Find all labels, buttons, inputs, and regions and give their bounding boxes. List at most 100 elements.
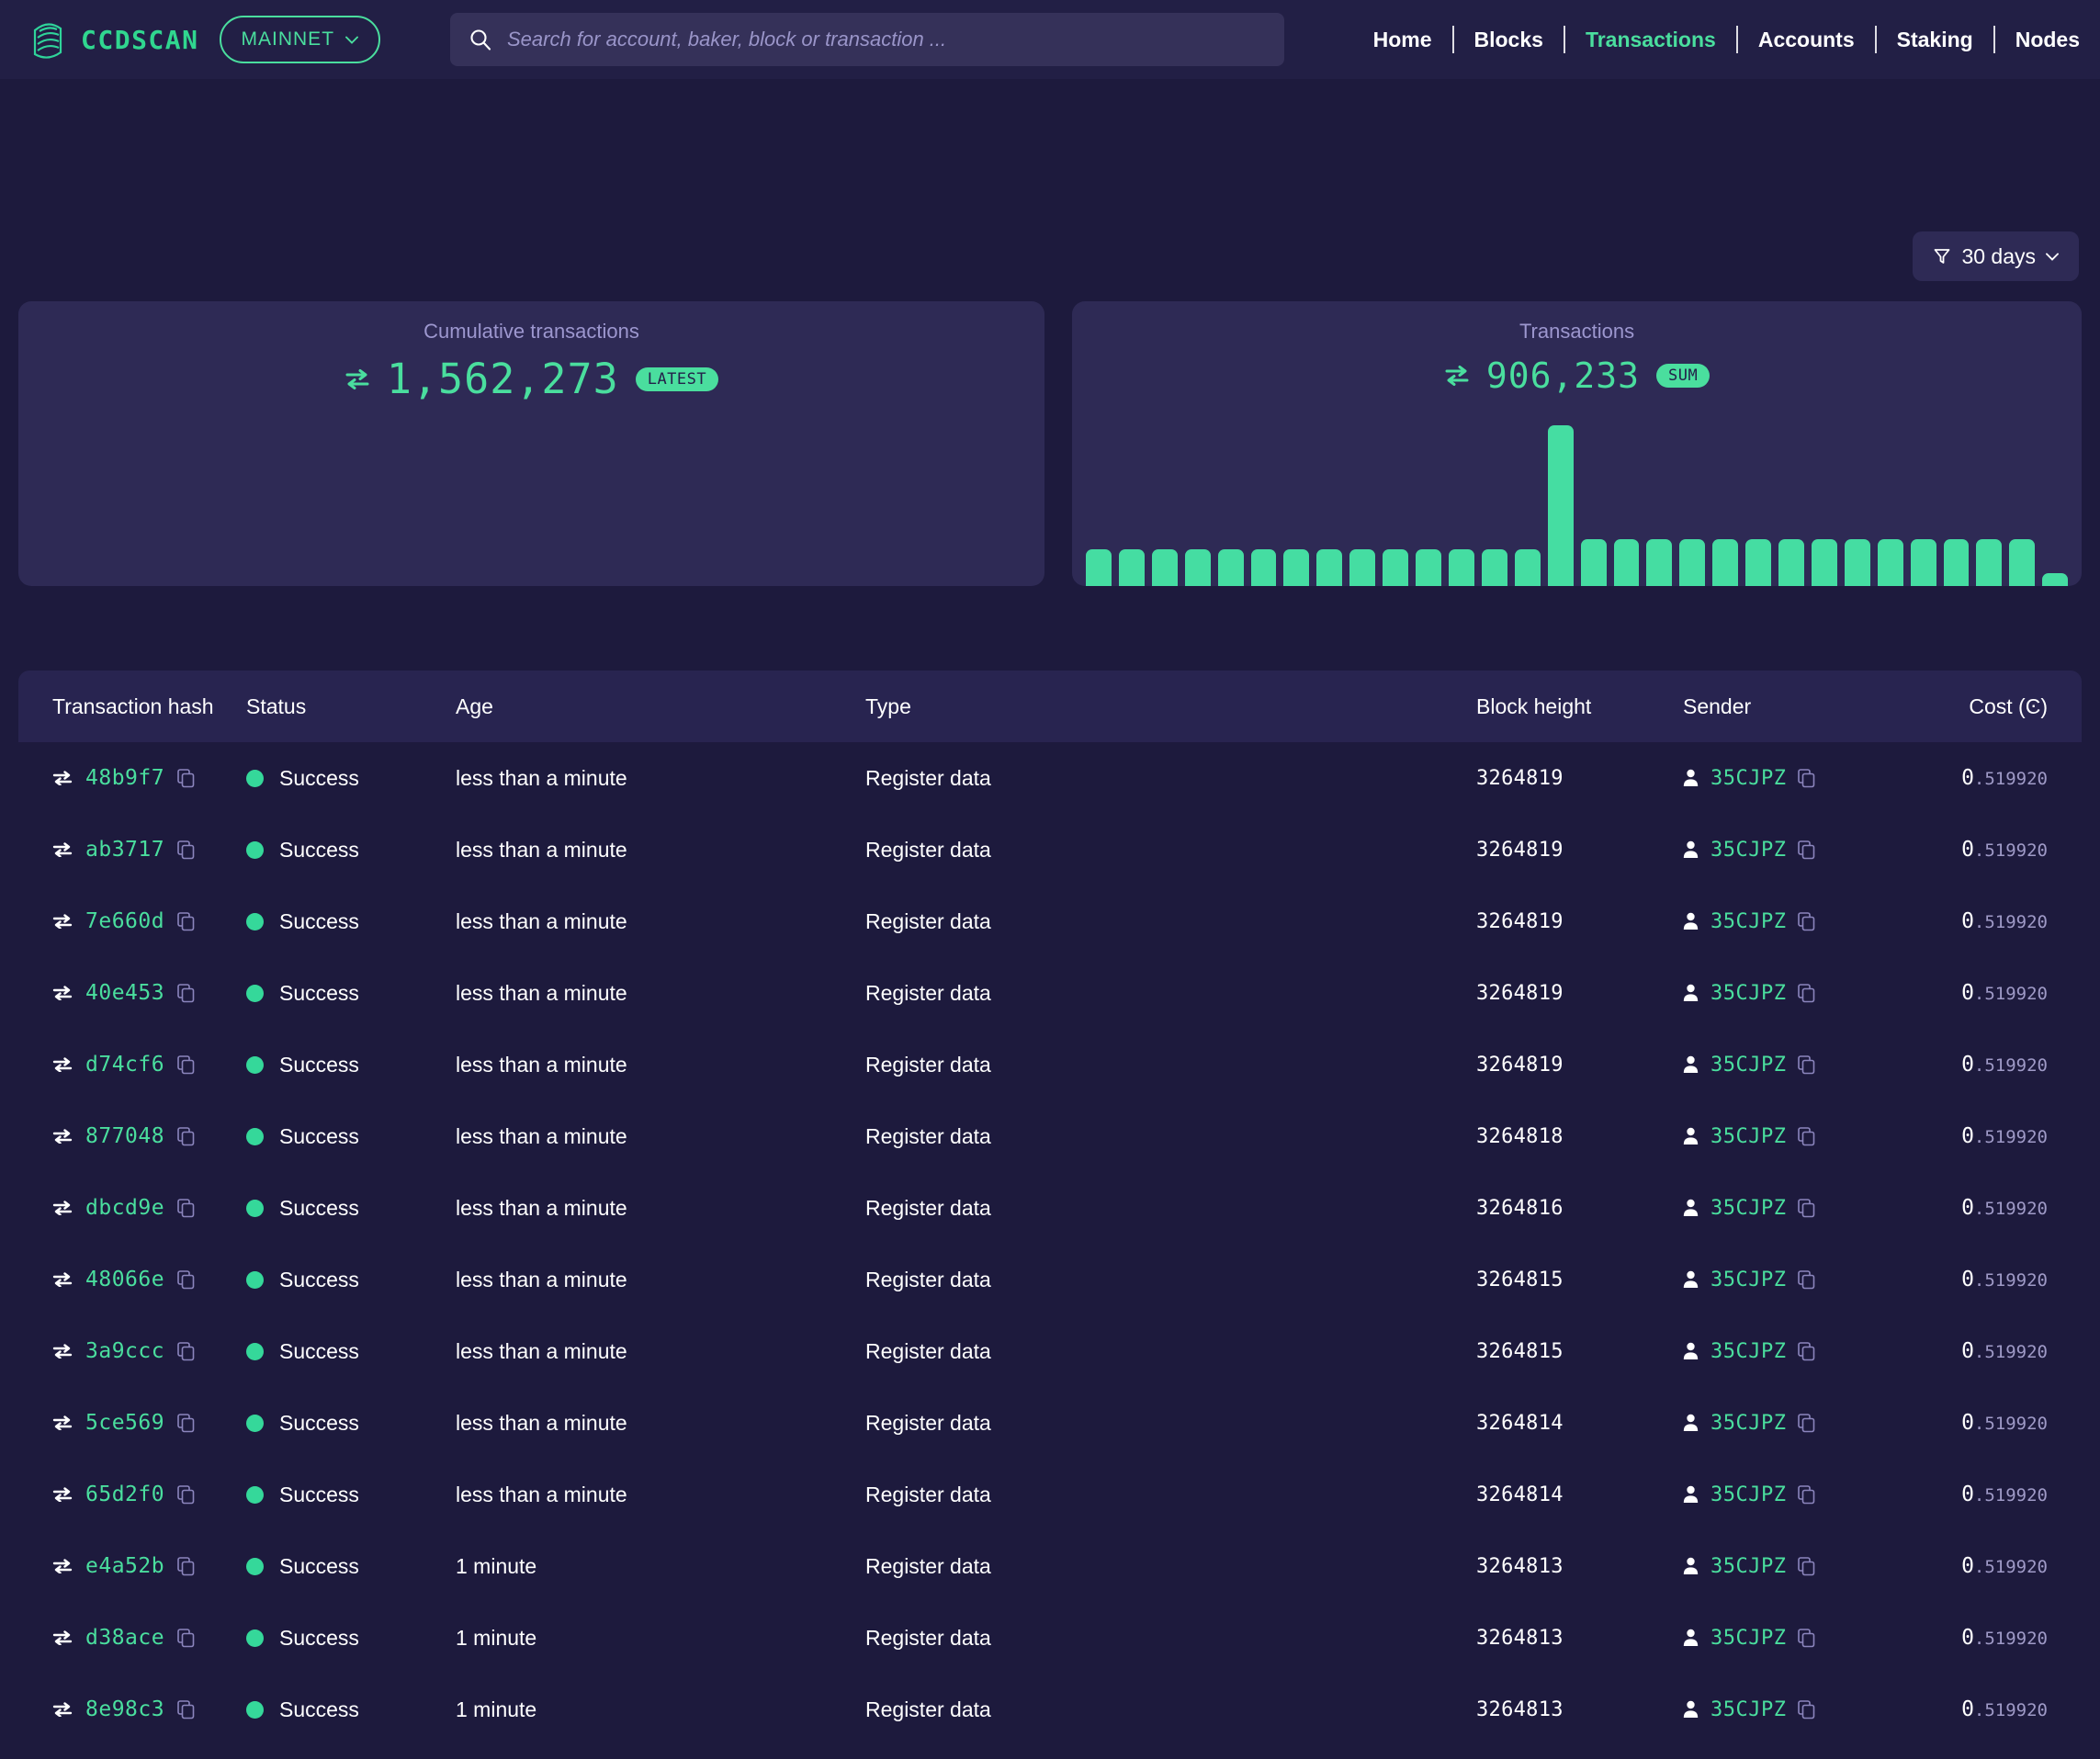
- cell-sender[interactable]: 35CJPZ: [1683, 1555, 1913, 1578]
- copy-icon[interactable]: [1798, 768, 1815, 788]
- cell-block-height[interactable]: 3264813: [1476, 1627, 1683, 1650]
- network-selector[interactable]: MAINNET: [219, 16, 381, 63]
- cell-block-height[interactable]: 3264818: [1476, 1125, 1683, 1148]
- transaction-hash-link[interactable]: ab3717: [85, 838, 164, 862]
- cell-block-height[interactable]: 3264819: [1476, 767, 1683, 790]
- cell-transaction-hash[interactable]: d74cf6: [18, 1053, 246, 1077]
- copy-icon[interactable]: [1798, 983, 1815, 1003]
- chart-bar[interactable]: [1416, 548, 1441, 586]
- cell-block-height[interactable]: 3264819: [1476, 982, 1683, 1005]
- copy-icon[interactable]: [1798, 1341, 1815, 1361]
- chart-bar[interactable]: [1217, 548, 1244, 586]
- copy-icon[interactable]: [1798, 911, 1815, 931]
- copy-icon[interactable]: [1798, 1126, 1815, 1146]
- search-bar[interactable]: [450, 13, 1284, 66]
- copy-icon[interactable]: [177, 1054, 195, 1075]
- copy-icon[interactable]: [177, 1198, 195, 1218]
- chart-bar[interactable]: [2009, 539, 2036, 586]
- sender-account-link[interactable]: 35CJPZ: [1710, 1627, 1786, 1650]
- sender-account-link[interactable]: 35CJPZ: [1710, 1125, 1786, 1148]
- cell-transaction-hash[interactable]: ab3717: [18, 838, 246, 862]
- sender-account-link[interactable]: 35CJPZ: [1710, 982, 1786, 1005]
- chart-bar[interactable]: [1745, 539, 1772, 586]
- transaction-hash-link[interactable]: 65d2f0: [85, 1483, 164, 1506]
- chart-bar[interactable]: [1943, 539, 1970, 586]
- cell-sender[interactable]: 35CJPZ: [1683, 1054, 1913, 1077]
- transaction-hash-link[interactable]: 8e98c3: [85, 1697, 164, 1721]
- copy-icon[interactable]: [1798, 840, 1815, 860]
- sender-account-link[interactable]: 35CJPZ: [1710, 1340, 1786, 1363]
- table-row[interactable]: 65d2f0 Success less than a minute Register …: [18, 1459, 2082, 1530]
- copy-icon[interactable]: [1798, 1628, 1815, 1648]
- cell-block-height[interactable]: 3264819: [1476, 910, 1683, 933]
- nav-link-staking[interactable]: Staking: [1877, 28, 1993, 52]
- cell-sender[interactable]: 35CJPZ: [1683, 1698, 1913, 1721]
- cell-block-height[interactable]: 3264819: [1476, 839, 1683, 862]
- transaction-hash-link[interactable]: 48b9f7: [85, 766, 164, 790]
- cell-transaction-hash[interactable]: 877048: [18, 1124, 246, 1148]
- nav-link-transactions[interactable]: Transactions: [1565, 28, 1736, 52]
- nav-link-accounts[interactable]: Accounts: [1738, 28, 1875, 52]
- copy-icon[interactable]: [177, 1269, 195, 1290]
- table-row[interactable]: e4a52b Success 1 minute Register data 326481…: [18, 1530, 2082, 1602]
- copy-icon[interactable]: [177, 1628, 195, 1648]
- sender-account-link[interactable]: 35CJPZ: [1710, 767, 1786, 790]
- cell-block-height[interactable]: 3264814: [1476, 1412, 1683, 1435]
- copy-icon[interactable]: [177, 768, 195, 788]
- table-row[interactable]: d74cf6 Success less than a minute Register …: [18, 1029, 2082, 1100]
- cell-sender[interactable]: 35CJPZ: [1683, 839, 1913, 862]
- chart-bar[interactable]: [1910, 539, 1936, 586]
- table-row[interactable]: 3a9ccc Success less than a minute Register …: [18, 1315, 2082, 1387]
- chart-bar[interactable]: [1976, 539, 2003, 586]
- chart-bar[interactable]: [1481, 548, 1507, 586]
- sender-account-link[interactable]: 35CJPZ: [1710, 1412, 1786, 1435]
- chart-bar[interactable]: [1580, 539, 1607, 586]
- cell-block-height[interactable]: 3264815: [1476, 1269, 1683, 1291]
- chart-bar[interactable]: [1844, 539, 1870, 586]
- sender-account-link[interactable]: 35CJPZ: [1710, 839, 1786, 862]
- chart-bar[interactable]: [1349, 548, 1376, 586]
- transaction-hash-link[interactable]: d74cf6: [85, 1053, 164, 1077]
- cell-transaction-hash[interactable]: 5ce569: [18, 1411, 246, 1435]
- table-row[interactable]: 5ce569 Success less than a minute Register …: [18, 1387, 2082, 1459]
- cell-sender[interactable]: 35CJPZ: [1683, 1269, 1913, 1291]
- copy-icon[interactable]: [177, 840, 195, 860]
- search-input[interactable]: [507, 28, 1266, 51]
- table-row[interactable]: dbcd9e Success less than a minute Register …: [18, 1172, 2082, 1244]
- transaction-hash-link[interactable]: 877048: [85, 1124, 164, 1148]
- sender-account-link[interactable]: 35CJPZ: [1710, 1054, 1786, 1077]
- cell-block-height[interactable]: 3264815: [1476, 1340, 1683, 1363]
- chart-bar[interactable]: [2042, 573, 2069, 586]
- transaction-hash-link[interactable]: 7e660d: [85, 909, 164, 933]
- chart-bar[interactable]: [1316, 548, 1343, 586]
- copy-icon[interactable]: [1798, 1484, 1815, 1505]
- date-range-filter-button[interactable]: 30 days: [1913, 231, 2079, 281]
- table-row[interactable]: 8e98c3 Success 1 minute Register data 326481…: [18, 1674, 2082, 1745]
- sender-account-link[interactable]: 35CJPZ: [1710, 1698, 1786, 1721]
- cell-sender[interactable]: 35CJPZ: [1683, 1340, 1913, 1363]
- cell-transaction-hash[interactable]: 48066e: [18, 1268, 246, 1291]
- cell-transaction-hash[interactable]: 3a9ccc: [18, 1339, 246, 1363]
- cell-sender[interactable]: 35CJPZ: [1683, 1412, 1913, 1435]
- chart-bar[interactable]: [1184, 548, 1211, 586]
- table-row[interactable]: d38ace Success 1 minute Register data 326481…: [18, 1602, 2082, 1674]
- cell-block-height[interactable]: 3264813: [1476, 1555, 1683, 1578]
- transaction-hash-link[interactable]: 3a9ccc: [85, 1339, 164, 1363]
- chart-bar[interactable]: [1086, 548, 1112, 586]
- cell-sender[interactable]: 35CJPZ: [1683, 1197, 1913, 1220]
- chart-bar[interactable]: [1151, 548, 1178, 586]
- nav-link-blocks[interactable]: Blocks: [1454, 28, 1564, 52]
- chart-bar[interactable]: [1646, 539, 1673, 586]
- copy-icon[interactable]: [1798, 1269, 1815, 1290]
- copy-icon[interactable]: [1798, 1413, 1815, 1433]
- chart-bar[interactable]: [1712, 539, 1739, 586]
- table-row[interactable]: 48066e Success less than a minute Register …: [18, 1244, 2082, 1315]
- cell-sender[interactable]: 35CJPZ: [1683, 1627, 1913, 1650]
- cell-transaction-hash[interactable]: e4a52b: [18, 1554, 246, 1578]
- copy-icon[interactable]: [177, 983, 195, 1003]
- nav-link-nodes[interactable]: Nodes: [1995, 28, 2100, 52]
- nav-link-home[interactable]: Home: [1353, 28, 1452, 52]
- chart-bar[interactable]: [1613, 539, 1640, 586]
- transaction-hash-link[interactable]: 5ce569: [85, 1411, 164, 1435]
- cell-transaction-hash[interactable]: 7e660d: [18, 909, 246, 933]
